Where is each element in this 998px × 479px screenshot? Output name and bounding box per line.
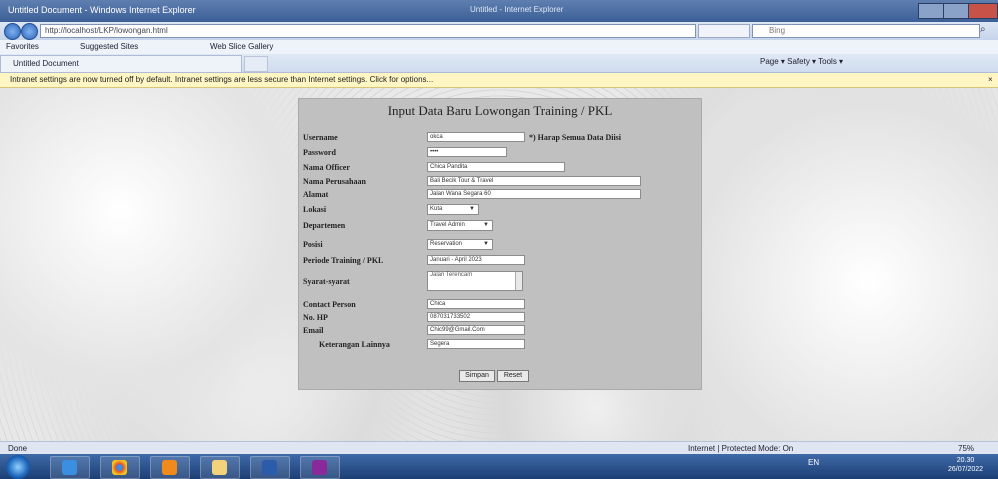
taskbar-media-player-icon[interactable] [150, 456, 190, 479]
information-bar[interactable]: Intranet settings are now turned off by … [0, 73, 998, 88]
departemen-value: Travel Admin [430, 222, 465, 228]
favorites-bar: Favorites Suggested Sites Web Slice Gall… [0, 40, 998, 55]
taskbar-explorer-icon[interactable] [200, 456, 240, 479]
username-label: Username [303, 133, 338, 142]
password-label: Password [303, 148, 336, 157]
search-icon[interactable]: ⌕ [980, 24, 994, 36]
alamat-input[interactable]: Jalan Wana Segara 60 [427, 189, 641, 199]
nama-officer-label: Nama Officer [303, 163, 350, 172]
taskbar: EN 20.30 26/07/2022 [0, 454, 998, 479]
keterangan-input[interactable]: Segera [427, 339, 525, 349]
departemen-label: Departemen [303, 221, 346, 230]
clock-time: 20.30 [956, 457, 975, 464]
tab-untitled-document[interactable]: Untitled Document [0, 55, 242, 72]
window-title-bar: Untitled Document - Windows Internet Exp… [0, 0, 998, 22]
taskbar-ie-icon[interactable] [50, 456, 90, 479]
form-title: Input Data Baru Lowongan Training / PKL [387, 103, 613, 118]
lokasi-value: Kuta [430, 206, 443, 212]
periode-input[interactable]: Januari - April 2023 [427, 255, 525, 265]
search-input[interactable]: Bing [752, 24, 980, 38]
clock-date: 26/07/2022 [948, 466, 984, 473]
status-bar: Done Internet | Protected Mode: On 75% [0, 441, 998, 455]
taskbar-word-icon[interactable] [250, 456, 290, 479]
back-button[interactable] [4, 23, 21, 40]
syarat-textarea[interactable]: Jalan Terencam [427, 271, 523, 291]
alamat-label: Alamat [303, 190, 329, 199]
username-input[interactable]: okca [427, 132, 525, 142]
tab-label: Untitled Document [13, 59, 79, 68]
start-button[interactable] [6, 455, 30, 479]
reset-button[interactable]: Reset [497, 370, 529, 382]
address-input[interactable]: http://localhost/LKP/lowongan.html [40, 24, 696, 38]
periode-label: Periode Training / PKL [303, 256, 384, 265]
minimize-button[interactable] [918, 3, 944, 19]
favorites-button[interactable]: Favorites [6, 42, 39, 51]
clock[interactable]: 20.30 26/07/2022 [948, 456, 983, 474]
contact-person-input[interactable]: Chica [427, 299, 525, 309]
close-button[interactable] [968, 3, 998, 19]
command-bar[interactable]: Page ▾ Safety ▾ Tools ▾ [760, 57, 843, 66]
syarat-value: Jalan Terencam [430, 272, 473, 278]
lokasi-select[interactable]: Kuta ▼ [427, 204, 479, 215]
keterangan-label: Keterangan Lainnya [319, 340, 390, 349]
address-toolbar: http://localhost/LKP/lowongan.html Bing … [0, 22, 998, 40]
status-text: Done [8, 444, 28, 453]
chevron-down-icon: ▼ [483, 241, 489, 247]
tab-bar: Untitled Document Page ▾ Safety ▾ Tools … [0, 54, 998, 73]
posisi-value: Reservation [430, 241, 463, 247]
nama-perusahaan-label: Nama Perusahaan [303, 177, 366, 186]
taskbar-dreamweaver-icon[interactable] [300, 456, 340, 479]
no-hp-label: No. HP [303, 313, 328, 322]
lokasi-label: Lokasi [303, 205, 327, 214]
nama-perusahaan-input[interactable]: Bali Becik Tour & Travel [427, 176, 641, 186]
chevron-down-icon: ▼ [483, 222, 489, 228]
textarea-scrollbar[interactable] [515, 272, 522, 290]
chevron-down-icon: ▼ [469, 206, 475, 212]
no-hp-input[interactable]: 087031733502 [427, 312, 525, 322]
refresh-stop-buttons[interactable] [698, 24, 750, 38]
suggested-sites-link[interactable]: Suggested Sites [80, 42, 138, 51]
email-input[interactable]: Chic99@Gmail.Com [427, 325, 525, 335]
password-input[interactable]: •••• [427, 147, 507, 157]
forward-button[interactable] [21, 23, 38, 40]
window-title: Untitled Document - Windows Internet Exp… [8, 5, 196, 15]
security-zone[interactable]: Internet | Protected Mode: On [688, 444, 793, 453]
nama-officer-input[interactable]: Chica Pandita [427, 162, 565, 172]
tray-language[interactable]: EN [808, 458, 819, 467]
taskbar-chrome-icon[interactable] [100, 456, 140, 479]
departemen-select[interactable]: Travel Admin ▼ [427, 220, 493, 231]
close-infobar-icon[interactable]: × [988, 75, 993, 84]
syarat-label: Syarat-syarat [303, 277, 350, 286]
email-label: Email [303, 326, 324, 335]
page-content: Input Data Baru Lowongan Training / PKL … [0, 88, 998, 441]
new-tab-button[interactable] [244, 56, 268, 72]
window-title-center: Untitled - Internet Explorer [470, 5, 564, 14]
zoom-level[interactable]: 75% [958, 444, 974, 453]
posisi-select[interactable]: Reservation ▼ [427, 239, 493, 250]
simpan-button[interactable]: Simpan [459, 370, 495, 382]
form-panel: Input Data Baru Lowongan Training / PKL … [298, 98, 702, 390]
required-note: *) Harap Semua Data Diisi [529, 133, 621, 142]
information-bar-text: Intranet settings are now turned off by … [10, 75, 434, 84]
web-slice-gallery-link[interactable]: Web Slice Gallery [210, 42, 273, 51]
contact-person-label: Contact Person [303, 300, 356, 309]
maximize-button[interactable] [943, 3, 969, 19]
posisi-label: Posisi [303, 240, 323, 249]
